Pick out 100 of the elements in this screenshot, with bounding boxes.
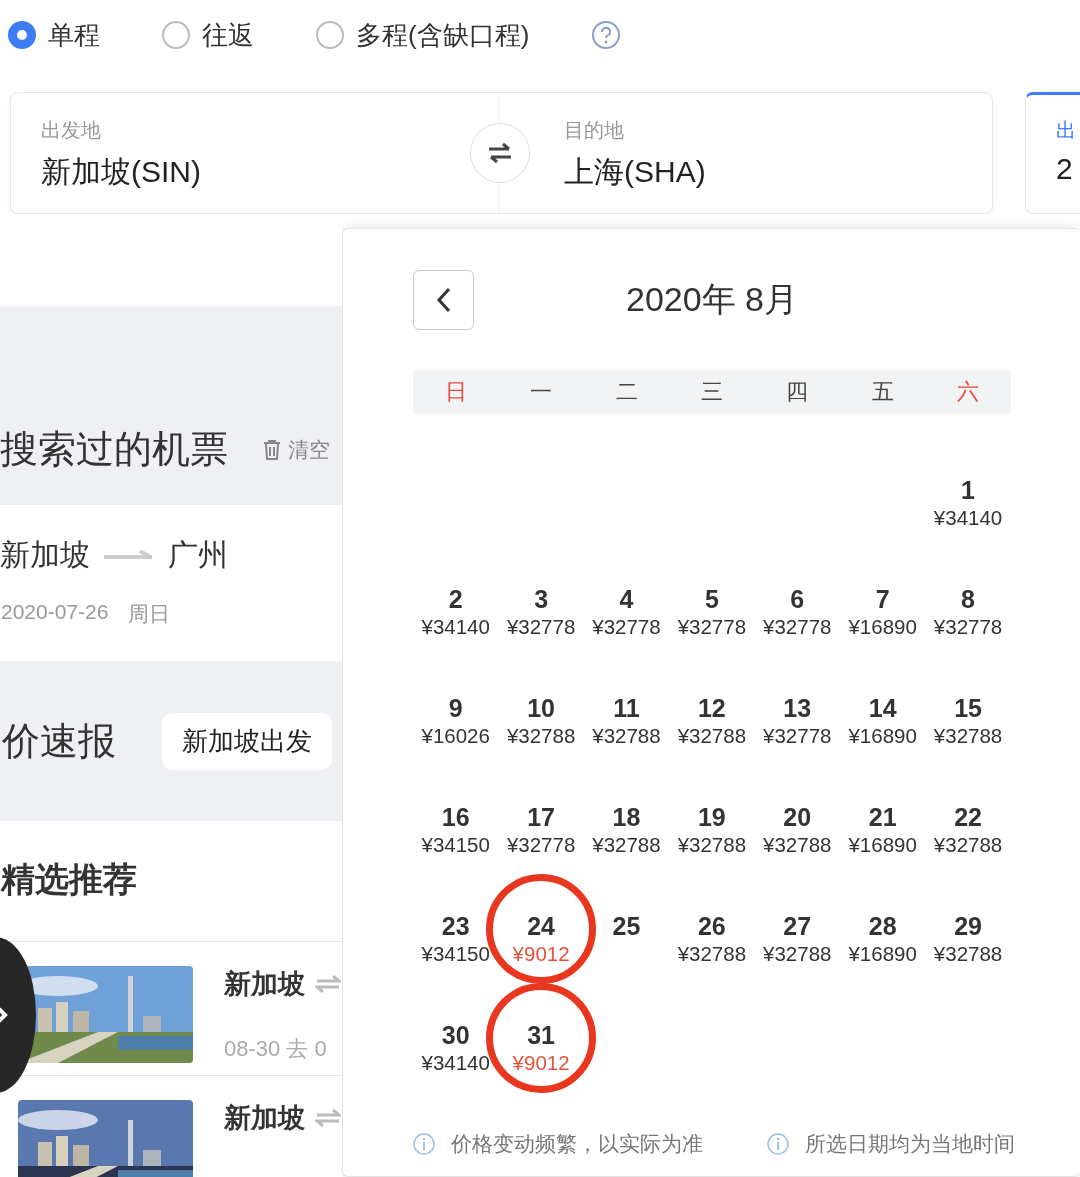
info-icon — [767, 1133, 789, 1155]
calendar-day[interactable]: 25 — [583, 912, 670, 1021]
calendar-day[interactable]: 17 ¥32778 — [498, 803, 584, 912]
day-number: 24 — [527, 912, 555, 941]
calendar-day[interactable]: 24 ¥9012 — [498, 912, 584, 1021]
section-title: 搜索过的机票 — [0, 427, 228, 472]
radio-button[interactable] — [316, 21, 344, 49]
calendar-day[interactable]: 27 ¥32788 — [754, 912, 840, 1021]
calendar-day[interactable]: 10 ¥32788 — [498, 694, 584, 803]
day-price: ¥32778 — [592, 614, 661, 640]
section-title: 价速报 — [2, 718, 116, 764]
day-number: 28 — [868, 912, 897, 941]
radio-button[interactable] — [8, 21, 36, 49]
departure-filter-chip[interactable]: 新加坡出发 — [162, 712, 332, 770]
info-note: 所选日期均为当地时间 — [805, 1131, 1015, 1157]
day-price: ¥34150 — [421, 832, 490, 858]
weekday-label: 日 — [443, 378, 468, 406]
calendar-day[interactable]: 8 ¥32778 — [925, 585, 1011, 694]
day-number: 19 — [697, 803, 726, 832]
radio-button[interactable] — [162, 21, 190, 49]
day-price: ¥34140 — [421, 614, 490, 640]
floating-button[interactable] — [0, 935, 37, 1095]
day-number: 2 — [448, 585, 463, 614]
day-number: 4 — [619, 585, 634, 614]
calendar-day[interactable]: 20 ¥32788 — [754, 803, 840, 912]
calendar-day[interactable]: 1 ¥34140 — [925, 476, 1011, 585]
day-number: 30 — [441, 1021, 470, 1050]
field-label: 目的地 — [564, 118, 625, 143]
calendar-day[interactable]: 12 ¥32788 — [669, 694, 755, 803]
calendar-day[interactable]: 7 ¥16890 — [839, 585, 926, 694]
departure-field[interactable]: 出发地 新加坡(SIN) — [11, 93, 469, 213]
chevron-left-icon — [435, 287, 452, 313]
calendar-day[interactable]: 2 ¥34140 — [413, 585, 499, 694]
calendar-day[interactable]: 11 ¥32788 — [583, 694, 670, 803]
calendar-day[interactable]: 5 ¥32778 — [669, 585, 755, 694]
calendar-day[interactable]: 31 ¥9012 — [498, 1021, 584, 1130]
calendar-day[interactable]: 16 ¥34150 — [413, 803, 499, 912]
day-price: ¥32778 — [506, 832, 576, 858]
day-price: ¥16890 — [848, 723, 917, 749]
day-price: ¥32788 — [506, 723, 576, 749]
day-number: 20 — [783, 803, 812, 832]
trip-type-option[interactable]: 多程(含缺口程) — [316, 17, 530, 53]
field-value: 新加坡(SIN) — [41, 154, 202, 190]
day-price: ¥32788 — [677, 832, 747, 858]
day-price: ¥34150 — [421, 941, 490, 967]
calendar-day[interactable]: 4 ¥32778 — [583, 585, 670, 694]
trip-type-option[interactable]: 往返 — [162, 17, 254, 53]
weekday-label: 四 — [785, 378, 810, 406]
calendar-day[interactable]: 3 ¥32778 — [498, 585, 584, 694]
day-number: 31 — [527, 1021, 555, 1050]
calendar-day[interactable]: 21 ¥16890 — [839, 803, 926, 912]
day-number: 17 — [527, 803, 555, 832]
destination-field[interactable]: 目的地 上海(SHA) — [530, 93, 992, 213]
calendar-day[interactable]: 14 ¥16890 — [839, 694, 926, 803]
day-price: ¥32788 — [677, 941, 747, 967]
destination-city: 广州 — [168, 537, 228, 573]
calendar-day[interactable]: 23 ¥34150 — [413, 912, 499, 1021]
day-number: 11 — [613, 694, 640, 723]
day-price: ¥32778 — [763, 614, 832, 640]
help-icon[interactable] — [591, 20, 622, 50]
weekday-label: 五 — [870, 378, 895, 406]
day-price: ¥32788 — [933, 832, 1003, 858]
day-price: ¥32778 — [763, 723, 832, 749]
day-price: ¥16890 — [848, 832, 917, 858]
weekday-label: 周日 — [128, 601, 171, 627]
calendar-day[interactable]: 13 ¥32778 — [754, 694, 840, 803]
calendar-day[interactable]: 19 ¥32788 — [669, 803, 755, 912]
calendar-day[interactable]: 30 ¥34140 — [413, 1021, 499, 1130]
day-number: 6 — [790, 585, 805, 614]
calendar-day[interactable]: 29 ¥32788 — [925, 912, 1011, 1021]
calendar-day[interactable]: 15 ¥32788 — [925, 694, 1011, 803]
day-number: 10 — [527, 694, 555, 723]
field-value: 2 — [1056, 152, 1074, 186]
calendar-day[interactable]: 28 ¥16890 — [839, 912, 926, 1021]
date-field[interactable]: 出 2 — [1025, 92, 1080, 214]
day-price: ¥32788 — [933, 941, 1003, 967]
day-number: 12 — [697, 694, 726, 723]
round-trip-icon — [315, 975, 341, 993]
field-label: 出发地 — [41, 118, 102, 143]
travel-date: 2020-07-26 — [1, 600, 109, 625]
info-icon — [413, 1133, 435, 1155]
trip-type-option[interactable]: 单程 — [8, 17, 100, 53]
calendar-day[interactable]: 22 ¥32788 — [925, 803, 1011, 912]
trip-dates: 08-30 去 0 — [224, 1035, 328, 1063]
month-title: 2020年 8月 — [626, 280, 798, 318]
calendar-day[interactable]: 26 ¥32788 — [669, 912, 755, 1021]
day-number: 22 — [954, 803, 982, 832]
day-number: 9 — [448, 694, 463, 723]
day-price: ¥32788 — [763, 941, 832, 967]
weekday-label: 六 — [956, 378, 981, 406]
calendar-day[interactable]: 9 ¥16026 — [413, 694, 499, 803]
previous-month-button[interactable] — [413, 270, 474, 330]
trash-icon — [262, 438, 282, 461]
calendar-day[interactable]: 18 ¥32788 — [583, 803, 670, 912]
day-number: 15 — [954, 694, 982, 723]
weekday-label: 一 — [529, 378, 554, 406]
day-price: ¥32788 — [677, 723, 747, 749]
day-price: ¥32788 — [592, 723, 661, 749]
calendar-day[interactable]: 6 ¥32778 — [754, 585, 840, 694]
round-trip-icon — [315, 1109, 341, 1127]
